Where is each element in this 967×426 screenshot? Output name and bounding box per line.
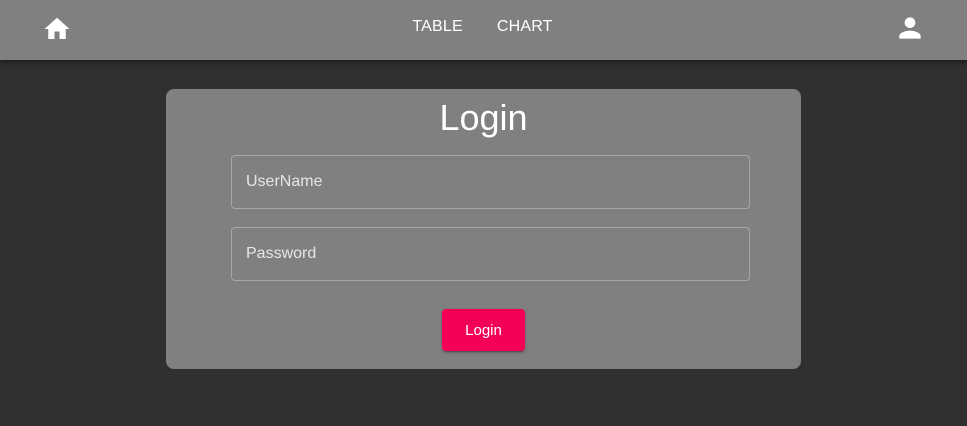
password-field[interactable] <box>231 227 750 281</box>
top-nav: TABLE CHART <box>0 0 967 56</box>
account-icon <box>899 17 921 39</box>
login-title: Login <box>439 97 528 138</box>
nav-link-chart[interactable]: CHART <box>497 18 553 36</box>
nav-link-table[interactable]: TABLE <box>412 18 463 36</box>
username-input[interactable] <box>232 156 749 208</box>
app-bar: TABLE CHART <box>0 0 967 60</box>
account-button[interactable] <box>892 10 928 46</box>
login-button[interactable]: Login <box>442 309 525 351</box>
password-input[interactable] <box>232 228 749 280</box>
home-icon <box>44 17 70 39</box>
home-button[interactable] <box>39 11 75 47</box>
username-field[interactable] <box>231 155 750 209</box>
